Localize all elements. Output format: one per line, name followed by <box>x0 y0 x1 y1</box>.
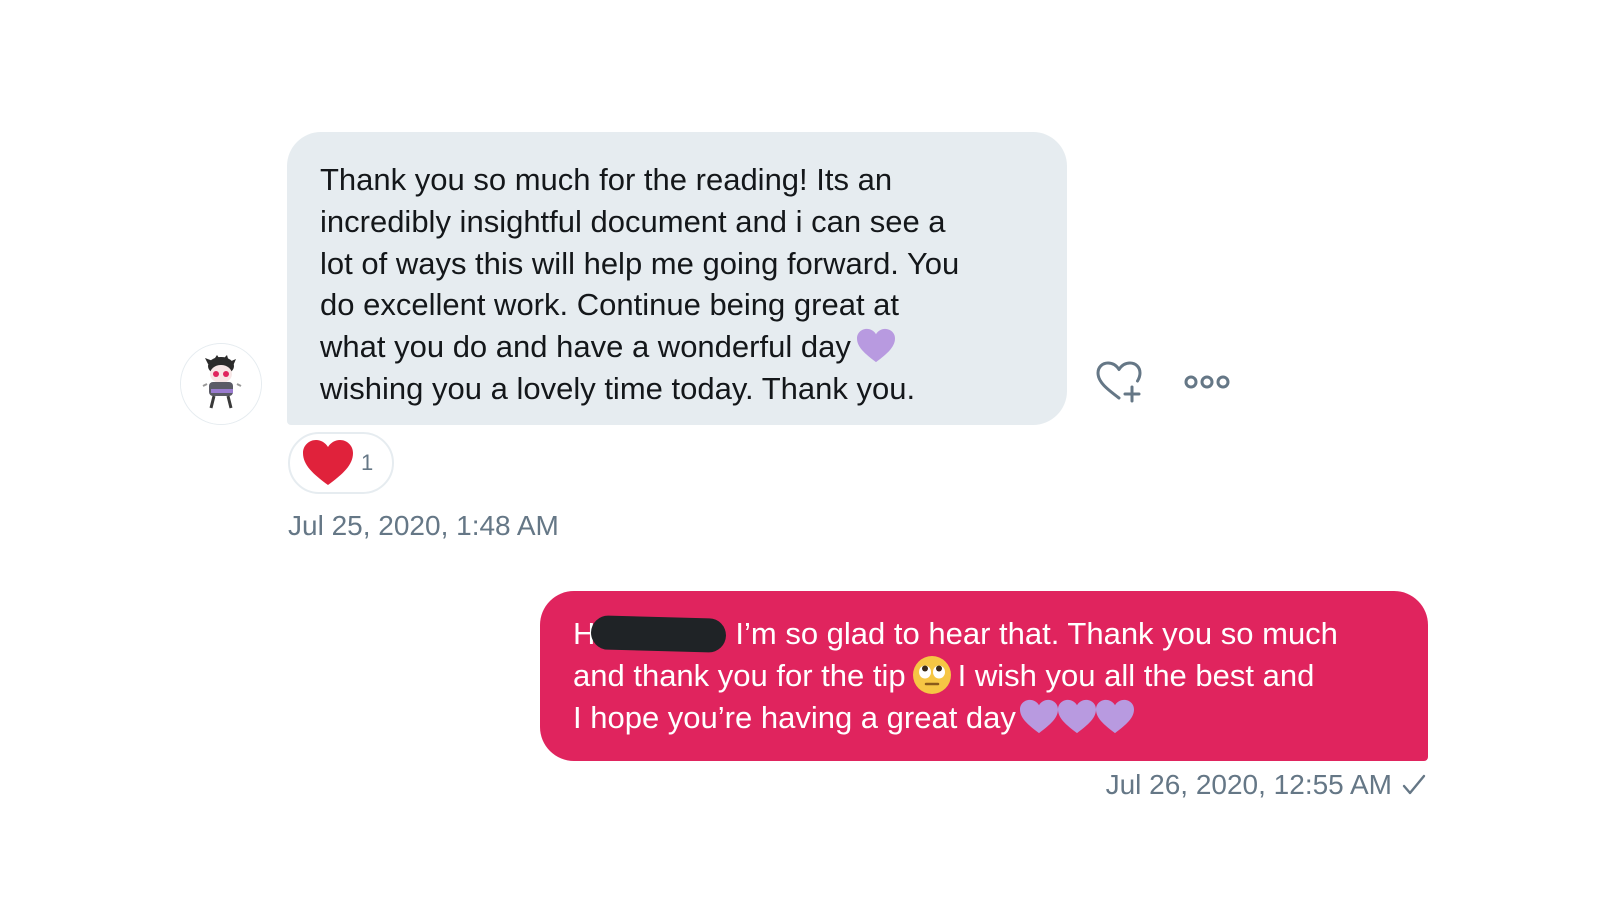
message-text-segment: and thank you for the tip <box>573 657 906 693</box>
sent-message-bubble[interactable]: H I’m so glad to hear that. Thank you so … <box>540 591 1428 761</box>
more-options-icon[interactable] <box>1183 372 1231 392</box>
message-text-line: do excellent work. Continue being great … <box>320 287 900 323</box>
message-text-line-with-emoji: I hope you’re having a great day <box>573 697 1396 739</box>
purple-heart-icon <box>1057 699 1096 735</box>
sender-avatar[interactable] <box>180 343 262 425</box>
message-text-line-with-emoji: and thank you for the tip I wish you all … <box>573 655 1396 697</box>
received-timestamp: Jul 25, 2020, 1:48 AM <box>288 510 559 541</box>
dm-conversation-thread: Thank you so much for the reading! Its a… <box>0 0 1600 900</box>
message-text-line: lot of ways this will help me going forw… <box>320 245 960 281</box>
message-text-line: incredibly insightful document and i can… <box>320 203 946 239</box>
message-text-segment: what you do and have a wonderful day <box>320 329 851 365</box>
message-text-segment: I wish you all the best and <box>957 657 1315 693</box>
sent-timestamp-row: Jul 26, 2020, 12:55 AM <box>1106 769 1428 801</box>
red-heart-icon <box>303 440 353 486</box>
message-text-segment: I hope you’re having a great day <box>573 699 1016 735</box>
message-text-segment: I’m so glad to hear that. Thank you so m… <box>735 616 1338 651</box>
reaction-badge[interactable]: 1 <box>288 432 394 494</box>
message-actions <box>1095 360 1231 404</box>
message-text-line-with-emoji: what you do and have a wonderful day <box>320 326 1035 368</box>
message-text-line: wishing you a lovely time today. Thank y… <box>320 370 916 406</box>
reaction-count: 1 <box>361 450 374 475</box>
purple-heart-icon <box>1095 699 1134 735</box>
sent-timestamp: Jul 26, 2020, 12:55 AM <box>1105 769 1392 800</box>
heart-add-icon[interactable] <box>1095 360 1143 404</box>
message-text-line: Thank you so much for the reading! Its a… <box>320 162 893 197</box>
purple-heart-icon <box>856 328 895 364</box>
received-message-bubble[interactable]: Thank you so much for the reading! Its a… <box>287 132 1067 425</box>
checkmark-icon <box>1400 771 1428 799</box>
purple-heart-icon <box>1019 699 1058 735</box>
avatar-cartoon-image <box>181 344 261 424</box>
redaction-marker <box>590 615 727 653</box>
rolling-eyes-face-icon <box>912 655 952 695</box>
